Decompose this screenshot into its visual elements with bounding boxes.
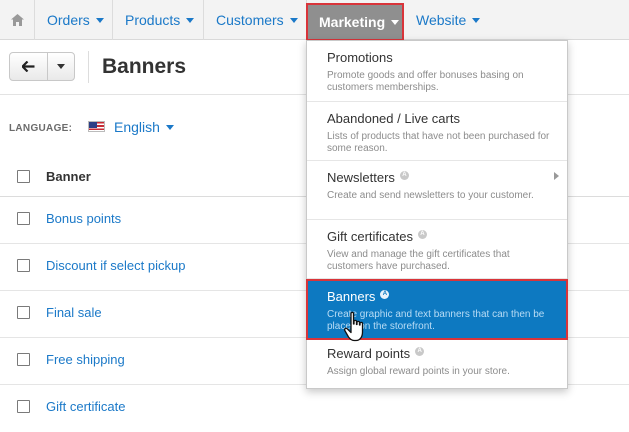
row-checkbox[interactable] [17, 259, 30, 272]
select-all-checkbox[interactable] [17, 170, 30, 183]
hand-pointer-cursor-icon [343, 311, 364, 342]
chevron-down-icon [57, 64, 65, 69]
banner-link[interactable]: Bonus points [46, 211, 121, 226]
nav-orders[interactable]: Orders [35, 0, 113, 40]
menu-item-gift-certificates[interactable]: Gift certificates A View and manage the g… [307, 220, 567, 279]
chevron-down-icon [186, 17, 195, 23]
addon-badge-icon: A [380, 289, 390, 299]
banner-link[interactable]: Gift certificate [46, 399, 125, 414]
menu-item-promotions[interactable]: Promotions Promote goods and offer bonus… [307, 41, 567, 102]
addon-badge-icon: A [399, 170, 409, 180]
addon-badge-icon: A [415, 346, 425, 356]
arrow-left-icon [22, 61, 35, 72]
table-row: Gift certificate [0, 385, 629, 432]
home-button[interactable] [0, 0, 35, 40]
history-dropdown-button[interactable] [48, 53, 74, 80]
row-checkbox[interactable] [17, 353, 30, 366]
us-flag-icon [88, 121, 105, 132]
chevron-right-icon [554, 172, 559, 180]
back-button[interactable] [10, 53, 48, 80]
column-header-banner: Banner [46, 169, 91, 184]
chevron-down-icon [289, 17, 298, 23]
row-checkbox[interactable] [17, 212, 30, 225]
nav-marketing[interactable]: Marketing [306, 3, 404, 41]
home-icon [10, 14, 24, 26]
back-button-group [9, 52, 75, 81]
menu-item-abandoned-carts[interactable]: Abandoned / Live carts Lists of products… [307, 102, 567, 161]
language-label: LANGUAGE: [9, 123, 73, 134]
addon-badge-icon: A [417, 229, 427, 239]
page-title: Banners [102, 55, 187, 78]
chevron-down-icon [95, 17, 104, 23]
nav-customers[interactable]: Customers [204, 0, 307, 40]
row-checkbox[interactable] [17, 400, 30, 413]
row-checkbox[interactable] [17, 306, 30, 319]
nav-products[interactable]: Products [113, 0, 204, 40]
chevron-down-icon [165, 124, 174, 130]
toolbar-divider [88, 51, 89, 83]
menu-item-reward-points[interactable]: Reward points A Assign global reward poin… [307, 340, 567, 388]
menu-item-newsletters[interactable]: Newsletters A Create and send newsletters… [307, 161, 567, 220]
chevron-down-icon [472, 17, 481, 23]
chevron-down-icon [391, 19, 400, 25]
banner-link[interactable]: Discount if select pickup [46, 258, 185, 273]
nav-website[interactable]: Website [404, 0, 494, 40]
language-select[interactable]: English [114, 119, 174, 135]
banner-link[interactable]: Final sale [46, 305, 102, 320]
banner-link[interactable]: Free shipping [46, 352, 125, 367]
